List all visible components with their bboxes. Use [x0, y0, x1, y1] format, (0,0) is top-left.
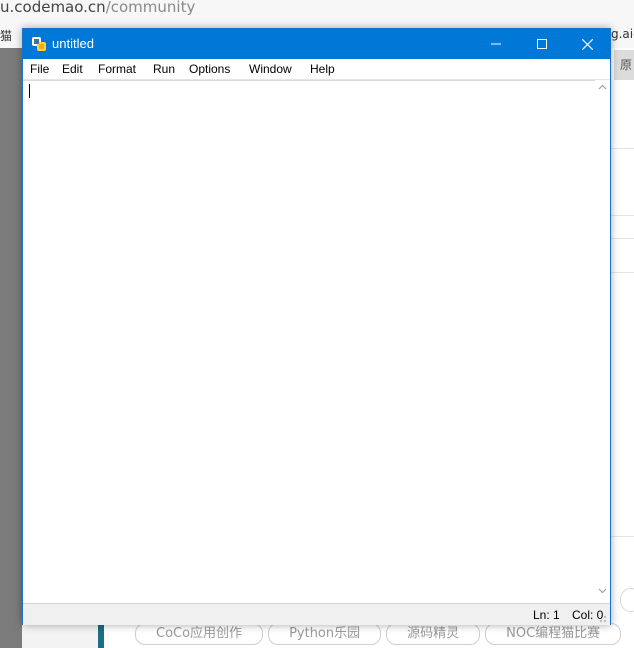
scroll-down-icon[interactable] — [598, 588, 607, 594]
divider — [611, 272, 634, 273]
vertical-scrollbar[interactable] — [595, 80, 610, 603]
community-tags: CoCo应用创作 Python乐园 源码精灵 NOC编程猫比赛 — [135, 622, 626, 645]
minimize-button[interactable] — [473, 29, 519, 59]
status-line: Ln: 1 — [533, 608, 560, 622]
menu-help[interactable]: Help — [307, 59, 338, 79]
tag-coco[interactable]: CoCo应用创作 — [135, 623, 264, 645]
url-host: u.codemao.cn — [0, 0, 106, 16]
menu-edit[interactable]: Edit — [59, 59, 86, 79]
divider — [611, 238, 634, 239]
title-bar[interactable]: untitled — [23, 29, 610, 59]
resize-grip-icon[interactable] — [596, 612, 606, 622]
maximize-icon — [537, 39, 547, 49]
divider — [611, 536, 634, 537]
browser-side-chip[interactable]: 原 — [614, 50, 634, 80]
browser-address-bar[interactable]: u.codemao.cn/community — [0, 0, 634, 16]
scroll-up-icon[interactable] — [598, 84, 607, 90]
menu-file[interactable]: File — [27, 59, 52, 79]
python-icon — [31, 36, 47, 52]
bookmark-right[interactable]: g.aic — [611, 27, 634, 41]
menu-window[interactable]: Window — [246, 59, 295, 79]
menu-format[interactable]: Format — [95, 59, 139, 79]
menu-run[interactable]: Run — [150, 59, 178, 79]
text-caret — [29, 84, 30, 98]
close-button[interactable] — [564, 29, 610, 59]
divider — [611, 215, 634, 216]
menu-options[interactable]: Options — [186, 59, 233, 79]
editor-text-area[interactable] — [23, 80, 595, 604]
browser-right-pill[interactable] — [620, 588, 634, 612]
idle-editor-window: untitled File Edit Format Run Options Wi… — [22, 28, 611, 625]
bookmark-left[interactable]: 猫 — [0, 27, 12, 44]
status-bar: Ln: 1 Col: 0 — [23, 603, 610, 625]
menu-bar: File Edit Format Run Options Window Help — [23, 59, 610, 80]
maximize-button[interactable] — [519, 29, 565, 59]
tag-python[interactable]: Python乐园 — [268, 623, 382, 645]
divider — [611, 148, 634, 149]
browser-left-panel — [0, 48, 22, 648]
window-title: untitled — [52, 36, 94, 51]
url-path: /community — [105, 0, 196, 16]
tag-source[interactable]: 源码精灵 — [386, 623, 481, 645]
minimize-icon — [491, 43, 501, 45]
close-icon — [581, 38, 593, 50]
tag-noc[interactable]: NOC编程猫比赛 — [485, 623, 622, 645]
